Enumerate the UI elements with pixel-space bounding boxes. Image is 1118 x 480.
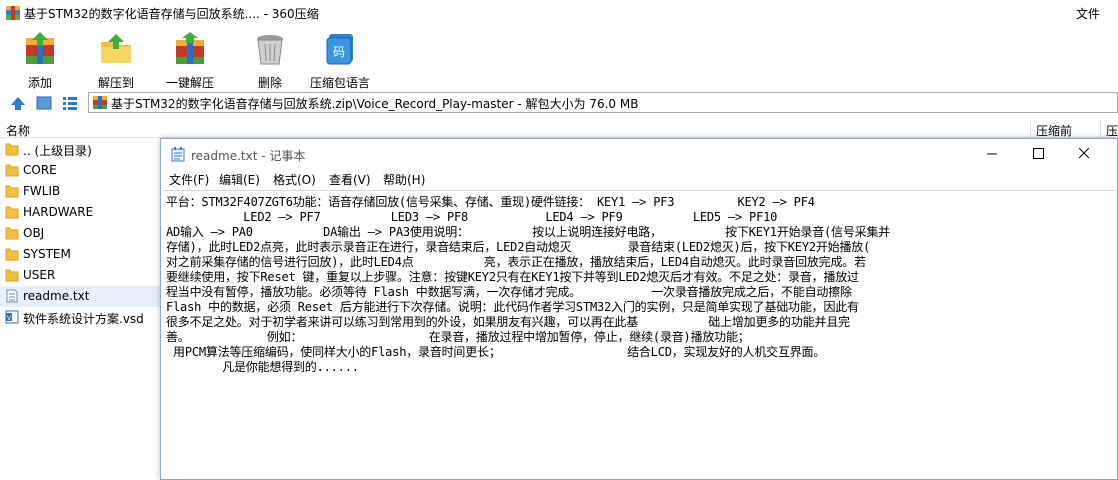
list-view-icon[interactable] (62, 95, 78, 111)
list-item[interactable]: HARDWARE (0, 202, 160, 223)
one-click-extract-icon (176, 32, 204, 64)
text-line: 程当中没有暂停，播放功能。必须等待 Flash 中数据写满，一次存储才完成。 一… (166, 285, 852, 299)
menu-format[interactable]: 格式(O) (273, 171, 316, 188)
column-name[interactable]: 名称 (6, 122, 30, 139)
list-item[interactable]: .. (上级目录) (0, 139, 160, 160)
list-item[interactable]: SYSTEM (0, 244, 160, 265)
text-line: AD输入 —> PA0 DA输出 —> PA3使用说明： 按以上说明连接好电路，… (166, 225, 891, 239)
folder-icon (5, 227, 19, 240)
notepad-icon (171, 147, 185, 162)
folder-icon (5, 164, 19, 177)
menu-help[interactable]: 帮助(H) (383, 171, 425, 188)
text-line: 要继续使用，按下Reset 键，重复以上步骤。注意：按键KEY2只有在KEY1按… (166, 270, 859, 284)
menu-edit[interactable]: 编辑(E) (219, 171, 260, 188)
folder-icon (5, 185, 19, 198)
notepad-text-area[interactable]: 平台：STM32F407ZGT6功能：语音存储回放(信号采集、存储、重现)硬件链… (163, 190, 1115, 478)
visio-file-icon: V (5, 310, 19, 324)
address-bar: 基于STM32的数字化语音存储与回放系统.zip\Voice_Record_Pl… (0, 91, 1118, 115)
folder-icon (5, 269, 19, 282)
title-bar: 基于STM32的数字化语音存储与回放系统.... - 360压缩 文件 (0, 0, 1118, 26)
list-item[interactable]: FWLIB (0, 181, 160, 202)
column-ratio[interactable]: 压 (1106, 122, 1118, 139)
compress-language-button[interactable]: 码 压缩包语言 (310, 32, 370, 91)
list-item[interactable]: readme.txt (0, 286, 160, 307)
toolbar: 添加 解压到 一键解压 删除 码 压缩包语言 (0, 26, 1118, 90)
file-menu[interactable]: 文件 (1076, 5, 1100, 22)
column-header: 名称 压缩前 压 (0, 120, 1118, 138)
path-text: 基于STM32的数字化语音存储与回放系统.zip\Voice_Record_Pl… (111, 97, 639, 111)
folder-icon (5, 143, 19, 156)
svg-text:码: 码 (333, 45, 345, 59)
list-item[interactable]: V 软件系统设计方案.vsd (0, 307, 160, 328)
column-separator (1030, 120, 1031, 138)
list-item[interactable]: USER (0, 265, 160, 286)
text-line: 存储)，此时LED2点亮，此时表示录音正在进行，录音结束后，LED2自动熄灭 录… (166, 240, 871, 254)
notepad-title: readme.txt - 记事本 (191, 149, 306, 163)
list-item[interactable]: OBJ (0, 223, 160, 244)
add-button[interactable]: 添加 (22, 32, 58, 91)
language-icon: 码 (326, 34, 353, 65)
text-line: 很多不足之处。对于初学者来讲可以练习到常用到的外设，如果朋友有兴趣，可以再在此基… (166, 315, 850, 329)
thumbnail-view-icon[interactable] (36, 95, 52, 111)
column-separator (1100, 120, 1101, 138)
one-click-extract-button[interactable]: 一键解压 (166, 32, 214, 91)
window-title: 基于STM32的数字化语音存储与回放系统.... - 360压缩 (24, 7, 319, 21)
path-field[interactable]: 基于STM32的数字化语音存储与回放系统.zip\Voice_Record_Pl… (88, 92, 1118, 113)
delete-button[interactable]: 删除 (252, 32, 288, 91)
folder-icon (5, 248, 19, 261)
list-item[interactable]: CORE (0, 160, 160, 181)
text-line: 平台：STM32F407ZGT6功能：语音存储回放(信号采集、存储、重现)硬件链… (166, 195, 815, 209)
trash-icon (257, 35, 283, 65)
menu-file[interactable]: 文件(F) (169, 171, 209, 188)
text-line: 对之前采集存储的信号进行回放)，此时LED4点 亮，表示正在播放，播放结束后，L… (166, 255, 866, 269)
app-icon (6, 6, 20, 20)
folder-icon (5, 206, 19, 219)
maximize-icon[interactable] (1015, 139, 1061, 169)
minimize-icon[interactable] (969, 139, 1015, 169)
menu-view[interactable]: 查看(V) (329, 171, 371, 188)
extract-folder-icon (101, 34, 131, 63)
text-line: LED2 —> PF7 LED3 —> PF8 LED4 —> PF9 LED5… (166, 210, 778, 224)
extract-to-button[interactable]: 解压到 (98, 32, 134, 91)
text-file-icon (6, 289, 18, 303)
up-arrow-icon[interactable] (10, 95, 26, 111)
notepad-window: readme.txt - 记事本 文件(F) 编辑(E) 格式(O) 查看(V)… (160, 138, 1118, 480)
close-icon[interactable] (1061, 139, 1107, 169)
notepad-title-bar: readme.txt - 记事本 (161, 139, 1117, 169)
text-line: 善。 例如： 在录音，播放过程中增加暂停，停止，继续(录音)播放功能； (166, 330, 750, 344)
archive-icon (93, 96, 107, 109)
text-line: 用PCM算法等压缩编码，使同样大小的Flash，录音时间更长； 结合LCD，实现… (166, 345, 826, 359)
add-archive-icon (26, 32, 54, 64)
text-line: 凡是你能想得到的...... (166, 360, 359, 374)
column-compressed-size[interactable]: 压缩前 (1036, 122, 1072, 139)
text-line: Flash 中的数据，必须 Reset 后方能进行下次存储。说明：此代码作者学习… (166, 300, 859, 314)
notepad-menu-bar: 文件(F) 编辑(E) 格式(O) 查看(V) 帮助(H) (161, 169, 1117, 189)
